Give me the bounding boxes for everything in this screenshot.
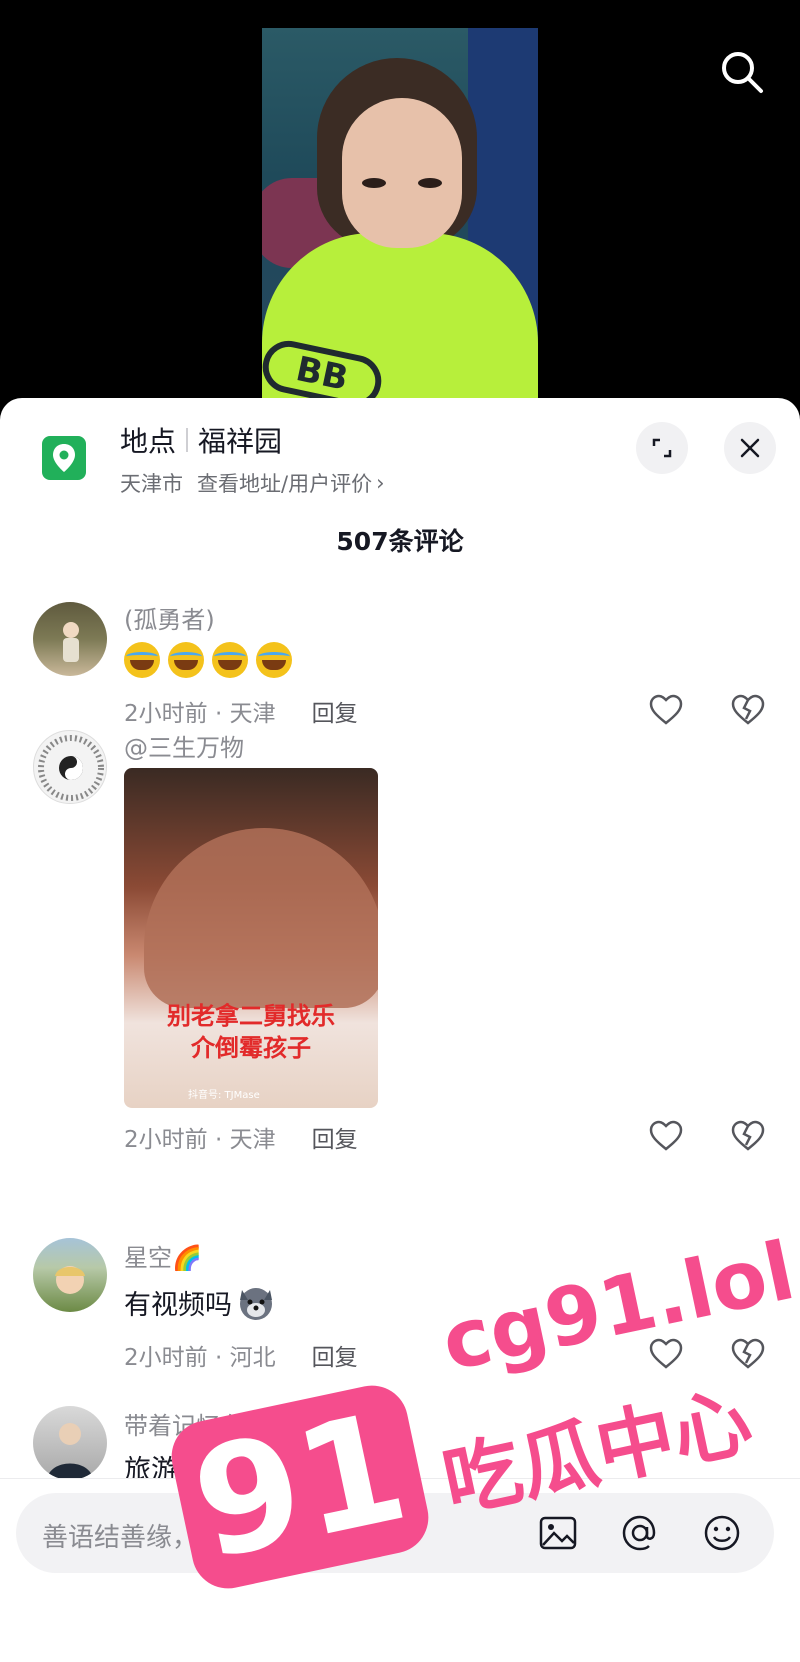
expand-icon (652, 438, 672, 458)
comment-username[interactable]: 星空🌈 (124, 1238, 202, 1273)
laughing-crying-emoji-icon (168, 642, 204, 678)
chevron-right-icon: › (376, 471, 385, 495)
location-label: 地点 (120, 425, 177, 458)
reply-button[interactable]: 回复 (312, 1120, 358, 1154)
laughing-crying-emoji-icon (124, 642, 160, 678)
comment-time: 2小时前 · 天津 (124, 701, 276, 727)
image-icon[interactable] (536, 1511, 580, 1555)
broken-heart-icon[interactable] (730, 1118, 766, 1154)
comment-username[interactable]: (孤勇者) (124, 600, 215, 635)
reply-button[interactable]: 回复 (312, 694, 358, 728)
video-person-face (342, 98, 462, 248)
location-link[interactable]: 查看地址/用户评价 (197, 468, 372, 498)
comment-input-bar: 善语结善缘，恶言伤人心 (0, 1478, 800, 1662)
comment-time: 2小时前 · 天津 (124, 1127, 276, 1153)
comment-item: @三生万物 别老拿二舅找乐 介倒霉孩子 抖音号: TJMase 2小时前 · 天… (0, 726, 800, 1166)
comment-meta: 2小时前 · 天津 回复 (124, 694, 358, 728)
location-subtitle[interactable]: 天津市 查看地址/用户评价 › (120, 468, 384, 498)
reply-button[interactable]: 回复 (312, 1338, 358, 1372)
broken-heart-icon[interactable] (730, 692, 766, 728)
comment-time: 2小时前 · 河北 (124, 1345, 276, 1371)
location-city: 天津市 (120, 472, 183, 496)
attachment-caption: 别老拿二舅找乐 介倒霉孩子 (167, 1002, 335, 1062)
comment-text-row: 有视频吗 (124, 1282, 276, 1322)
mention-icon[interactable] (618, 1511, 662, 1555)
avatar[interactable] (33, 1406, 107, 1480)
comment-username[interactable]: @三生万物 (124, 728, 244, 763)
location-header[interactable]: 地点 福祥园 天津市 查看地址/用户评价 › (0, 398, 800, 508)
video-person-eye (362, 178, 386, 188)
video-person-eye (418, 178, 442, 188)
comment-username[interactable]: 带着记忆在轮回中找到你 (124, 1406, 388, 1441)
laughing-crying-emoji-icon (256, 642, 292, 678)
comment-meta: 2小时前 · 天津 回复 (124, 1120, 358, 1154)
search-icon[interactable] (718, 48, 766, 96)
location-name: 福祥园 (198, 425, 283, 458)
laughing-crying-emoji-icon (212, 642, 248, 678)
heart-icon[interactable] (648, 1118, 684, 1154)
expand-button[interactable] (636, 422, 688, 474)
heart-icon[interactable] (648, 1336, 684, 1372)
comment-text: 有视频吗 (124, 1289, 232, 1321)
video-thumbnail[interactable]: BB (262, 28, 538, 400)
comment-emoji-row (124, 642, 300, 678)
title-divider (186, 428, 189, 452)
comment-input-placeholder: 善语结善缘，恶言伤人心 (42, 1523, 329, 1553)
location-title: 地点 福祥园 (120, 420, 282, 460)
avatar[interactable] (33, 730, 107, 804)
dog-face-emoji-icon (240, 1288, 272, 1320)
comment-item: 星空🌈 有视频吗 2小时前 · 河北 回复 (0, 1238, 800, 1388)
attachment-face (144, 828, 378, 1008)
comment-item: (孤勇者) 2小时前 · 天津 回复 (0, 598, 800, 738)
avatar[interactable] (33, 1238, 107, 1312)
video-area[interactable]: BB (0, 0, 800, 400)
attachment-watermark: 抖音号: TJMase (188, 1090, 260, 1101)
emoji-icon[interactable] (700, 1511, 744, 1555)
comment-input[interactable]: 善语结善缘，恶言伤人心 (16, 1493, 774, 1573)
avatar[interactable] (33, 602, 107, 676)
comments-sheet: 地点 福祥园 天津市 查看地址/用户评价 › 507条评论 (孤勇者) 2小时前… (0, 398, 800, 1662)
comment-meta: 2小时前 · 河北 回复 (124, 1338, 358, 1372)
close-button[interactable] (724, 422, 776, 474)
heart-icon[interactable] (648, 692, 684, 728)
comment-image-attachment[interactable]: 别老拿二舅找乐 介倒霉孩子 抖音号: TJMase (124, 768, 378, 1108)
broken-heart-icon[interactable] (730, 1336, 766, 1372)
location-pin-icon (42, 436, 86, 480)
close-icon (740, 438, 760, 458)
comment-count: 507条评论 (336, 527, 464, 556)
